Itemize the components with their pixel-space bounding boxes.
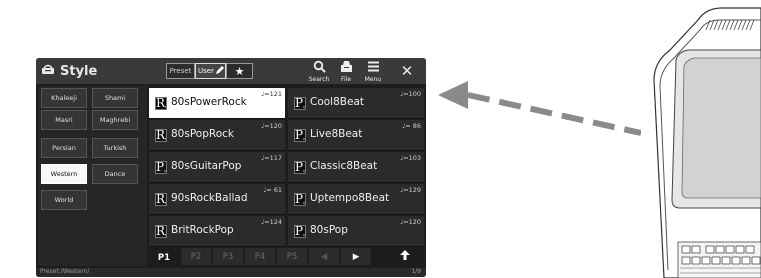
page-tab-p2[interactable]: P2 bbox=[181, 248, 211, 265]
header-bar: Style Preset User ★ Search File Menu ✕ bbox=[36, 58, 426, 84]
style-name: Uptempo8Beat bbox=[310, 192, 390, 204]
style-tempo: ♩= 86 bbox=[402, 122, 421, 130]
category-khaleeji[interactable]: Khaleeji bbox=[41, 88, 87, 108]
style-tempo: ♩=100 bbox=[400, 90, 421, 98]
category-world[interactable]: World bbox=[41, 190, 87, 210]
style-name: 80sPop bbox=[310, 224, 348, 236]
style-tempo: ♩=124 bbox=[261, 218, 282, 226]
style-tempo: ♩=120 bbox=[261, 122, 282, 130]
style-name: 80sPowerRock bbox=[171, 96, 247, 108]
keyboard-device-illustration bbox=[653, 7, 761, 278]
style-item[interactable]: Pop Classic8Beat ♩=103 bbox=[288, 152, 424, 183]
style-item[interactable]: Rock BritRockPop ♩=124 bbox=[149, 216, 285, 247]
rock-badge-icon: Rock bbox=[155, 193, 167, 206]
menu-label: Menu bbox=[364, 76, 382, 83]
rock-badge-icon: Rock bbox=[155, 129, 167, 142]
file-label: File bbox=[340, 76, 352, 83]
style-selection-screen: Style Preset User ★ Search File Menu ✕ K… bbox=[36, 58, 426, 277]
pop-badge-icon: Pop bbox=[294, 161, 306, 174]
style-name: Live8Beat bbox=[310, 128, 363, 140]
style-item[interactable]: Pop Live8Beat ♩= 86 bbox=[288, 120, 424, 151]
rock-badge-icon: Rock bbox=[155, 97, 167, 110]
page-tab-p1[interactable]: P1 bbox=[149, 248, 179, 265]
tab-favorite[interactable]: ★ bbox=[226, 63, 253, 79]
style-tempo: ♩=129 bbox=[400, 186, 421, 194]
style-item[interactable]: Rock 90sRockBallad ♩= 61 bbox=[149, 184, 285, 215]
tab-preset[interactable]: Preset bbox=[166, 63, 195, 79]
style-item[interactable]: Pop 80sGuitarPop ♩=117 bbox=[149, 152, 285, 183]
style-tempo: ♩=103 bbox=[400, 154, 421, 162]
tab-user[interactable]: User bbox=[195, 63, 226, 79]
page-counter: 1/9 bbox=[411, 268, 421, 275]
style-item[interactable]: Rock 80sPopRock ♩=120 bbox=[149, 120, 285, 151]
style-item[interactable]: Pop Uptempo8Beat ♩=129 bbox=[288, 184, 424, 215]
status-bar: Preset:/Western/ 1/9 bbox=[36, 268, 426, 277]
style-icon bbox=[41, 63, 55, 79]
style-tempo: ♩=117 bbox=[261, 154, 282, 162]
style-item[interactable]: Rock 80sPowerRock ♩=121 bbox=[149, 88, 285, 119]
pop-badge-icon: Pop bbox=[294, 97, 306, 110]
pointer-arrow-icon bbox=[438, 81, 641, 136]
tab-user-label: User bbox=[198, 67, 214, 75]
menu-icon bbox=[367, 60, 380, 75]
close-icon: ✕ bbox=[400, 62, 414, 80]
category-western[interactable]: Western bbox=[41, 164, 87, 184]
style-tempo: ♩= 61 bbox=[263, 186, 282, 194]
style-list: Rock 80sPowerRock ♩=121 Pop Cool8Beat ♩=… bbox=[149, 86, 424, 247]
search-button[interactable]: Search bbox=[306, 60, 332, 83]
up-folder-button[interactable] bbox=[387, 248, 423, 265]
style-name: 90sRockBallad bbox=[171, 192, 248, 204]
category-maghrebi[interactable]: Maghrebi bbox=[92, 110, 138, 130]
triangle-right-icon: ▶ bbox=[352, 251, 360, 262]
folder-path: Preset:/Western/ bbox=[40, 268, 90, 275]
search-label: Search bbox=[308, 76, 330, 83]
style-item[interactable]: Pop 80sPop ♩=120 bbox=[288, 216, 424, 247]
category-shami[interactable]: Shami bbox=[92, 88, 138, 108]
style-name: 80sPopRock bbox=[171, 128, 234, 140]
pencil-icon bbox=[215, 65, 226, 77]
page-tab-p5[interactable]: P5 bbox=[277, 248, 307, 265]
page-tab-p3[interactable]: P3 bbox=[213, 248, 243, 265]
menu-button[interactable]: Menu bbox=[360, 60, 386, 83]
pop-badge-icon: Pop bbox=[294, 225, 306, 238]
style-tempo: ♩=121 bbox=[261, 90, 282, 98]
style-name: Classic8Beat bbox=[310, 160, 378, 172]
triangle-left-icon: ◀ bbox=[320, 251, 328, 262]
pop-badge-icon: Pop bbox=[294, 193, 306, 206]
prev-page-button[interactable]: ◀ bbox=[309, 248, 339, 265]
style-tempo: ♩=120 bbox=[400, 218, 421, 226]
style-name: 80sGuitarPop bbox=[171, 160, 242, 172]
style-name: BritRockPop bbox=[171, 224, 234, 236]
category-panel: Khaleeji Shami Masri Maghrebi Persian Tu… bbox=[38, 86, 147, 266]
title-text: Style bbox=[60, 63, 98, 79]
file-icon bbox=[340, 60, 353, 75]
search-icon bbox=[313, 60, 326, 75]
rock-badge-icon: Rock bbox=[155, 225, 167, 238]
page-tab-p4[interactable]: P4 bbox=[245, 248, 275, 265]
category-dance[interactable]: Dance bbox=[92, 164, 138, 184]
category-persian[interactable]: Persian bbox=[41, 138, 87, 158]
style-item[interactable]: Pop Cool8Beat ♩=100 bbox=[288, 88, 424, 119]
screen-title: Style bbox=[41, 63, 97, 79]
file-button[interactable]: File bbox=[333, 60, 359, 83]
page-tabs: P1 P2 P3 P4 P5 ◀ ▶ bbox=[149, 248, 424, 266]
next-page-button[interactable]: ▶ bbox=[341, 248, 371, 265]
pop-badge-icon: Pop bbox=[294, 129, 306, 142]
close-button[interactable]: ✕ bbox=[394, 62, 420, 85]
pop-badge-icon: Pop bbox=[155, 161, 167, 174]
category-turkish[interactable]: Turkish bbox=[92, 138, 138, 158]
category-masri[interactable]: Masri bbox=[41, 110, 87, 130]
up-arrow-icon bbox=[399, 249, 411, 264]
style-name: Cool8Beat bbox=[310, 96, 364, 108]
